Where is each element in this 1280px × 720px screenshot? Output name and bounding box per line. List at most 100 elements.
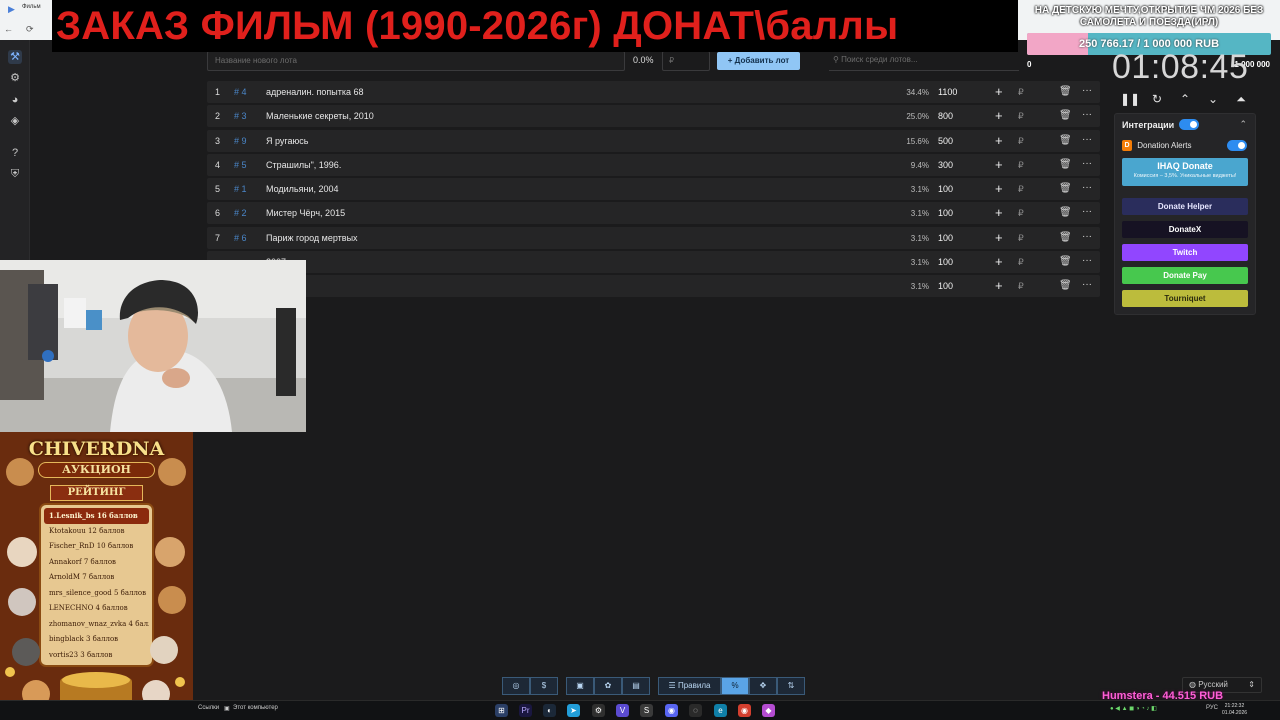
add-lot-button[interactable]: + Добавить лот — [717, 52, 800, 70]
add-amount-icon[interactable]: + — [995, 205, 1003, 220]
lot-name[interactable]: Модильяни, 2004 — [266, 184, 339, 194]
trash-icon[interactable]: 🗑 — [1059, 207, 1072, 218]
chevron-down-icon[interactable]: ⌄ — [1204, 90, 1222, 108]
add-amount-icon[interactable]: + — [995, 157, 1003, 172]
lot-amount[interactable]: 100 — [938, 208, 953, 218]
more-icon[interactable]: ··· — [1082, 109, 1092, 120]
lot-row[interactable]: 20073.1%100+₽🗑··· — [207, 251, 1100, 274]
rules-button[interactable]: ☰ Правила — [658, 677, 721, 695]
add-amount-icon[interactable]: + — [995, 108, 1003, 123]
add-amount-icon[interactable]: + — [995, 133, 1003, 148]
more-icon[interactable]: ··· — [1082, 158, 1092, 169]
add-amount-icon[interactable]: + — [995, 254, 1003, 269]
taskbar-this-pc[interactable]: Этот компьютер — [233, 705, 278, 711]
lot-name[interactable]: Я ругаюсь — [266, 136, 308, 146]
more-icon[interactable]: ··· — [1082, 134, 1092, 145]
trash-icon[interactable]: 🗑 — [1059, 110, 1072, 121]
browser-tab[interactable]: Фильм — [22, 4, 41, 10]
move-icon[interactable]: ✥ — [749, 677, 777, 695]
lot-row[interactable]: 4 # 5 Страшилы", 1996. 9.4% 300 + ₽ 🗑 ··· — [207, 153, 1100, 176]
premiere-icon[interactable]: Pr — [519, 704, 532, 717]
reload-icon[interactable]: ⟳ — [26, 24, 34, 35]
chevron-up-icon[interactable]: ⌃ — [1176, 90, 1194, 108]
add-amount-icon[interactable]: + — [995, 181, 1003, 196]
integrations-toggle[interactable] — [1179, 119, 1199, 130]
pause-icon[interactable]: ❚❚ — [1120, 90, 1140, 108]
trash-icon[interactable]: 🗑 — [1059, 280, 1072, 291]
lot-row[interactable]: 1 # 4 адреналин. попытка 68 34.4% 1100 + ₽ 🗑 ··· — [207, 81, 1100, 103]
ihaq-donate-button[interactable]: IHAQ Donate Комиссия – 3,5%. Уникальные … — [1122, 158, 1248, 186]
streamdeck-icon[interactable]: S — [640, 704, 653, 717]
more-icon[interactable]: ··· — [1082, 182, 1092, 193]
gear-icon[interactable]: ⚙ — [8, 71, 22, 85]
add-amount-icon[interactable]: + — [995, 230, 1003, 245]
more-icon[interactable]: ··· — [1082, 85, 1092, 96]
layers-icon[interactable]: ◈ — [8, 114, 22, 128]
donatex-button[interactable]: DonateX — [1122, 221, 1248, 238]
more-icon[interactable]: ··· — [1082, 206, 1092, 217]
percent-button[interactable]: % — [721, 677, 749, 695]
donation-alerts-toggle[interactable] — [1227, 140, 1247, 151]
reset-icon[interactable]: ↻ — [1148, 90, 1166, 108]
lot-row[interactable]: 3.1% 100 + ₽ 🗑 ··· — [207, 275, 1100, 298]
steam-icon[interactable]: ◐ — [543, 704, 556, 717]
add-amount-icon[interactable]: + — [995, 278, 1003, 293]
lot-amount[interactable]: 100 — [938, 233, 953, 243]
lot-amount[interactable]: 1100 — [938, 87, 957, 97]
more-icon[interactable]: ··· — [1082, 255, 1092, 266]
double-up-icon[interactable]: ⏶ — [1232, 90, 1250, 108]
add-amount-icon[interactable]: + — [995, 84, 1003, 99]
twitch-button[interactable]: Twitch — [1122, 244, 1248, 261]
lot-name[interactable]: Маленькие секреты, 2010 — [266, 111, 374, 121]
hammer-icon[interactable]: ⚒ — [8, 50, 22, 64]
lot-amount[interactable]: 100 — [938, 184, 953, 194]
lot-amount[interactable]: 100 — [938, 281, 953, 291]
new-lot-input[interactable]: Название нового лота — [207, 51, 625, 71]
lot-amount[interactable]: 500 — [938, 136, 953, 146]
taskbar-clock[interactable]: 21:22:32 01.04.2026 — [1222, 703, 1247, 717]
lot-row[interactable]: 2 # 3 Маленькие секреты, 2010 25.0% 800 + ₽ 🗑 ··… — [207, 105, 1100, 128]
more-icon[interactable]: ··· — [1082, 279, 1092, 290]
dollar-icon[interactable]: $ — [530, 677, 558, 695]
donate-helper-button[interactable]: Donate Helper — [1122, 198, 1248, 215]
app-icon[interactable]: ◆ — [762, 704, 775, 717]
tourniquet-button[interactable]: Tourniquet — [1122, 290, 1248, 307]
amount-input[interactable]: ₽ — [662, 51, 710, 71]
edge-icon[interactable]: e — [714, 704, 727, 717]
trash-icon[interactable]: 🗑 — [1059, 183, 1072, 194]
sort-icon[interactable]: ⇅ — [777, 677, 805, 695]
trash-icon[interactable]: 🗑 — [1059, 135, 1072, 146]
trash-icon[interactable]: 🗑 — [1059, 256, 1072, 267]
obs-icon[interactable]: ◌ — [689, 704, 702, 717]
vpn-icon[interactable]: V — [616, 704, 629, 717]
lot-row[interactable]: 7 # 6 Париж город мертвых 3.1% 100 + ₽ 🗑 ··· — [207, 226, 1100, 249]
input-language[interactable]: РУС — [1206, 705, 1218, 711]
lot-row[interactable]: 3 # 9 Я ругаюсь 15.6% 500 + ₽ 🗑 ··· — [207, 129, 1100, 152]
lot-amount[interactable]: 100 — [938, 257, 953, 267]
lot-row[interactable]: 5 # 1 Модильяни, 2004 3.1% 100 + ₽ 🗑 ··· — [207, 178, 1100, 201]
lot-search-input[interactable]: ⚲ Поиск среди лотов... — [829, 51, 1019, 71]
lot-name[interactable]: Париж город мертвых — [266, 233, 358, 243]
back-icon[interactable]: ← — [4, 24, 13, 34]
bug-icon[interactable]: ✿ — [594, 677, 622, 695]
lot-name[interactable]: Страшилы", 1996. — [266, 160, 341, 170]
wheel-icon[interactable]: ◕ — [8, 93, 22, 107]
chevron-up-icon[interactable]: ⌃ — [1239, 119, 1247, 130]
trash-icon[interactable]: 🗑 — [1059, 232, 1072, 243]
trash-icon[interactable]: 🗑 — [1059, 159, 1072, 170]
telegram-icon[interactable]: ➤ — [567, 704, 580, 717]
lot-name[interactable]: адреналин. попытка 68 — [266, 87, 364, 97]
more-icon[interactable]: ··· — [1082, 231, 1092, 242]
trash-icon[interactable]: 🗑 — [1059, 86, 1072, 97]
lot-amount[interactable]: 800 — [938, 111, 953, 121]
save-icon[interactable]: ▣ — [566, 677, 594, 695]
tray-icons[interactable]: ● ◀ ▲ ◼ ◑ ◔ ♪ ◧ — [1110, 705, 1157, 712]
shield-icon[interactable]: ⛨ — [8, 167, 22, 181]
chrome-icon[interactable]: ◉ — [738, 704, 751, 717]
settings-icon[interactable]: ⚙ — [592, 704, 605, 717]
donate-pay-button[interactable]: Donate Pay — [1122, 267, 1248, 284]
lot-row[interactable]: 6 # 2 Мистер Чёрч, 2015 3.1% 100 + ₽ 🗑 ··· — [207, 202, 1100, 225]
windows-start-icon[interactable]: ⊞ — [495, 704, 508, 717]
github-icon[interactable]: ◎ — [502, 677, 530, 695]
taskbar-links[interactable]: Ссылки — [198, 705, 219, 711]
